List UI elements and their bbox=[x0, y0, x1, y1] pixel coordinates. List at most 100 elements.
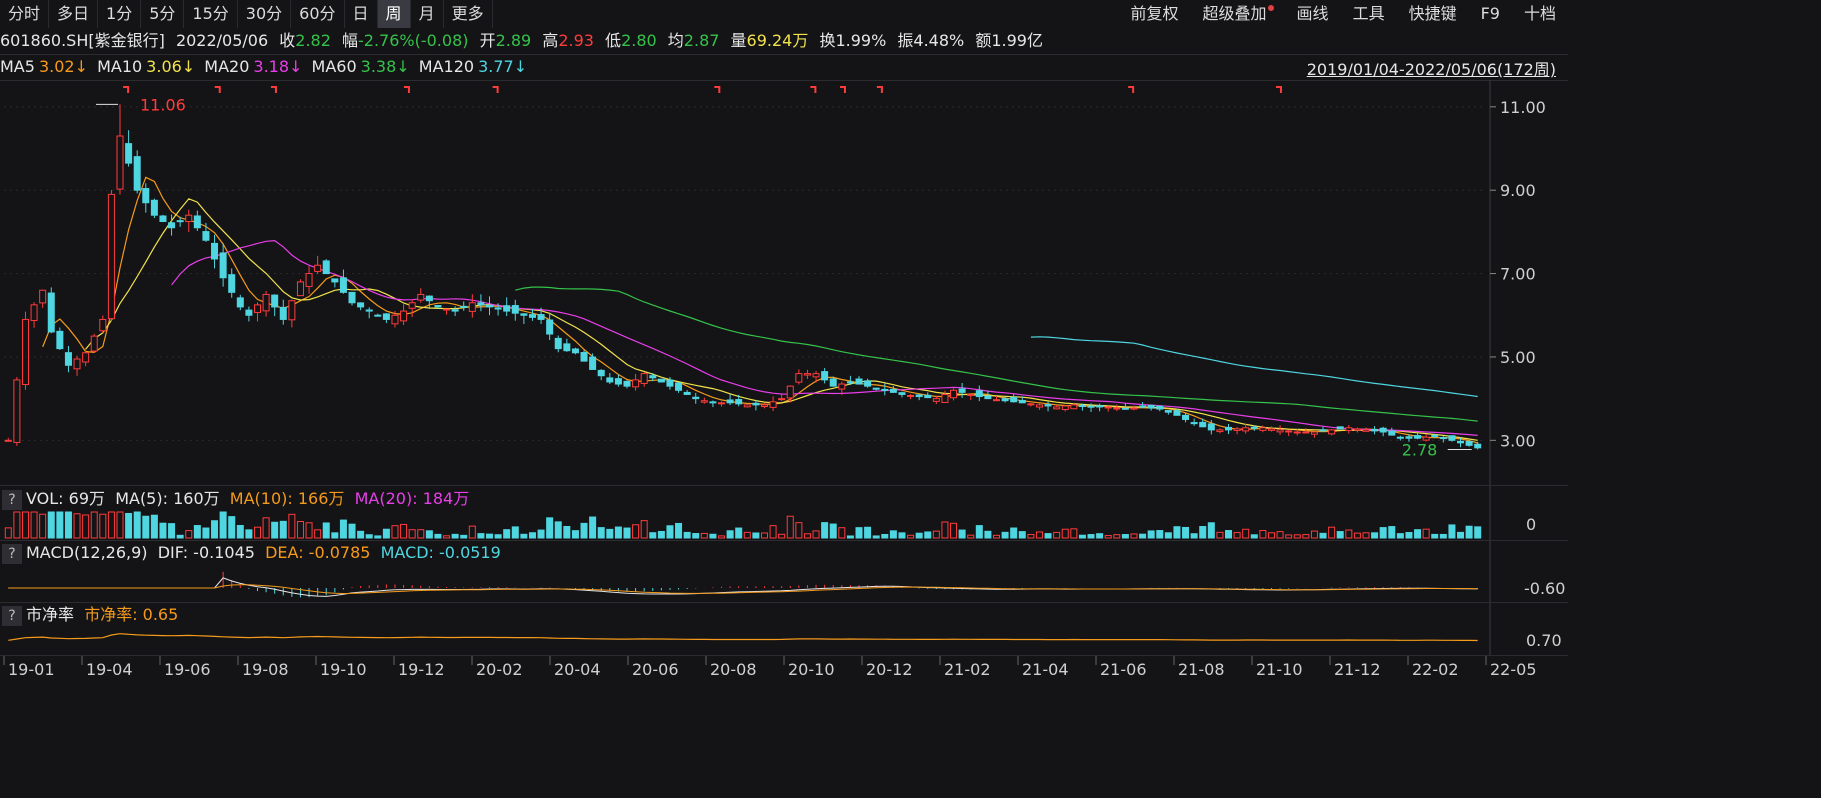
candle-body bbox=[614, 378, 622, 385]
help-icon[interactable]: ? bbox=[2, 544, 22, 564]
candle-body bbox=[640, 373, 648, 384]
x-tick-label: 21-04 bbox=[1022, 660, 1069, 679]
pb-line bbox=[8, 633, 1478, 642]
candle-body bbox=[1018, 399, 1026, 404]
low-value: 2.80 bbox=[621, 31, 657, 50]
volume-bar bbox=[606, 528, 614, 539]
candle-body bbox=[546, 319, 554, 335]
candle-body bbox=[236, 297, 244, 308]
vol-axis-label: 0 bbox=[1526, 515, 1536, 534]
candle-body bbox=[1457, 440, 1465, 444]
volume-bar bbox=[382, 528, 390, 539]
volume-bar bbox=[1414, 529, 1422, 539]
candle-body bbox=[1130, 407, 1138, 410]
volume-bar bbox=[168, 523, 176, 539]
candle-body bbox=[125, 143, 133, 164]
volume-bar bbox=[889, 530, 897, 539]
volume-bar bbox=[460, 534, 468, 539]
candle-body bbox=[400, 310, 408, 322]
candle-body bbox=[778, 398, 786, 401]
volume-bar bbox=[176, 534, 184, 539]
tab-month[interactable]: 月 bbox=[411, 0, 444, 28]
amplitude-value: 4.48% bbox=[913, 31, 965, 50]
tab-day[interactable]: 日 bbox=[345, 0, 378, 28]
candle-body bbox=[881, 388, 889, 391]
volume-bar bbox=[1250, 534, 1258, 539]
candle-body bbox=[202, 231, 210, 241]
candle-body bbox=[47, 292, 55, 333]
x-tick-label: 22-05 bbox=[1490, 660, 1537, 679]
candle-body bbox=[1345, 427, 1353, 432]
volume-bar bbox=[1319, 532, 1327, 539]
volume-bar bbox=[872, 535, 880, 539]
candle-body bbox=[1104, 406, 1112, 409]
tools-button[interactable]: 工具 bbox=[1341, 0, 1397, 28]
period-toolbar: 分时 多日 1分 5分 15分 30分 60分 日 周 月 更多 前复权 超级叠… bbox=[0, 0, 1568, 28]
candle-body bbox=[1267, 428, 1275, 431]
volume-bar bbox=[365, 534, 373, 539]
macd-panel-header: ? MACD(12,26,9) DIF: -0.1045 DEA: -0.0785… bbox=[0, 540, 501, 566]
tab-more[interactable]: 更多 bbox=[444, 0, 493, 28]
candle-body bbox=[116, 135, 124, 190]
volume-bar bbox=[39, 513, 47, 539]
tab-intraday[interactable]: 分时 bbox=[0, 0, 50, 28]
volume-bar bbox=[159, 522, 167, 539]
ma10-label: MA10 bbox=[97, 57, 143, 76]
volume-bar bbox=[1035, 531, 1043, 539]
volume-value: 69.24万 bbox=[746, 31, 809, 50]
candle-body bbox=[1044, 404, 1052, 407]
tab-multiday[interactable]: 多日 bbox=[49, 0, 99, 28]
tab-week[interactable]: 周 bbox=[377, 0, 411, 28]
volume-bar bbox=[211, 520, 219, 539]
candle-body bbox=[838, 383, 846, 390]
candle-body bbox=[305, 273, 313, 287]
volume-bar bbox=[1199, 526, 1207, 539]
candle-body bbox=[322, 260, 330, 275]
candle-body bbox=[666, 379, 674, 387]
candle-body bbox=[382, 313, 390, 320]
tab-5min[interactable]: 5分 bbox=[141, 0, 185, 28]
forward-adjust-button[interactable]: 前复权 bbox=[1119, 0, 1191, 28]
macd-dea: DEA: -0.0785 bbox=[265, 543, 371, 562]
max-price-label: 11.06 bbox=[140, 95, 186, 114]
candlestick-chart[interactable]: 11.062.78 11.009.007.005.003.00 0 -0.60 … bbox=[0, 0, 1568, 687]
tab-15min[interactable]: 15分 bbox=[184, 0, 238, 28]
candle-body bbox=[829, 378, 837, 387]
change-value: -2.76%(-0.08) bbox=[358, 31, 469, 50]
volume-bar bbox=[855, 527, 863, 539]
candle-body bbox=[1474, 443, 1482, 449]
draw-line-button[interactable]: 画线 bbox=[1285, 0, 1341, 28]
candle-body bbox=[211, 242, 219, 260]
help-icon[interactable]: ? bbox=[2, 606, 22, 626]
candle-body bbox=[1113, 407, 1121, 410]
macd-dea-line bbox=[8, 584, 1478, 595]
overlay-button[interactable]: 超级叠加 bbox=[1191, 0, 1285, 28]
tab-60min[interactable]: 60分 bbox=[291, 0, 345, 28]
tab-1min[interactable]: 1分 bbox=[98, 0, 142, 28]
volume-bar bbox=[296, 520, 304, 539]
volume-bar bbox=[563, 525, 571, 539]
volume-bar bbox=[786, 515, 794, 539]
y-tick-label: 3.00 bbox=[1500, 431, 1536, 450]
volume-bar bbox=[56, 511, 64, 539]
tab-30min[interactable]: 30分 bbox=[238, 0, 292, 28]
divider bbox=[0, 655, 1568, 656]
candle-body bbox=[941, 393, 949, 403]
amplitude-label: 振 bbox=[897, 31, 914, 50]
volume-bar bbox=[666, 525, 674, 539]
candle-body bbox=[864, 380, 872, 387]
volume-bar bbox=[82, 514, 90, 539]
date-range-link[interactable]: 2019/01/04-2022/05/06(172周) bbox=[1307, 56, 1556, 80]
volume-bar bbox=[1388, 526, 1396, 539]
candle-body bbox=[992, 399, 1001, 402]
help-icon[interactable]: ? bbox=[2, 490, 22, 510]
volume-bar bbox=[821, 522, 829, 539]
candle-body bbox=[13, 379, 21, 443]
pb-axis-label: 0.70 bbox=[1526, 631, 1562, 650]
candle-body bbox=[1027, 403, 1035, 406]
shortcut-button[interactable]: 快捷键 bbox=[1397, 0, 1469, 28]
ma120-value: 3.77↓ bbox=[478, 57, 528, 76]
ten-level-button[interactable]: 十档 bbox=[1512, 0, 1568, 28]
candle-body bbox=[357, 302, 365, 308]
f9-button[interactable]: F9 bbox=[1469, 0, 1512, 28]
